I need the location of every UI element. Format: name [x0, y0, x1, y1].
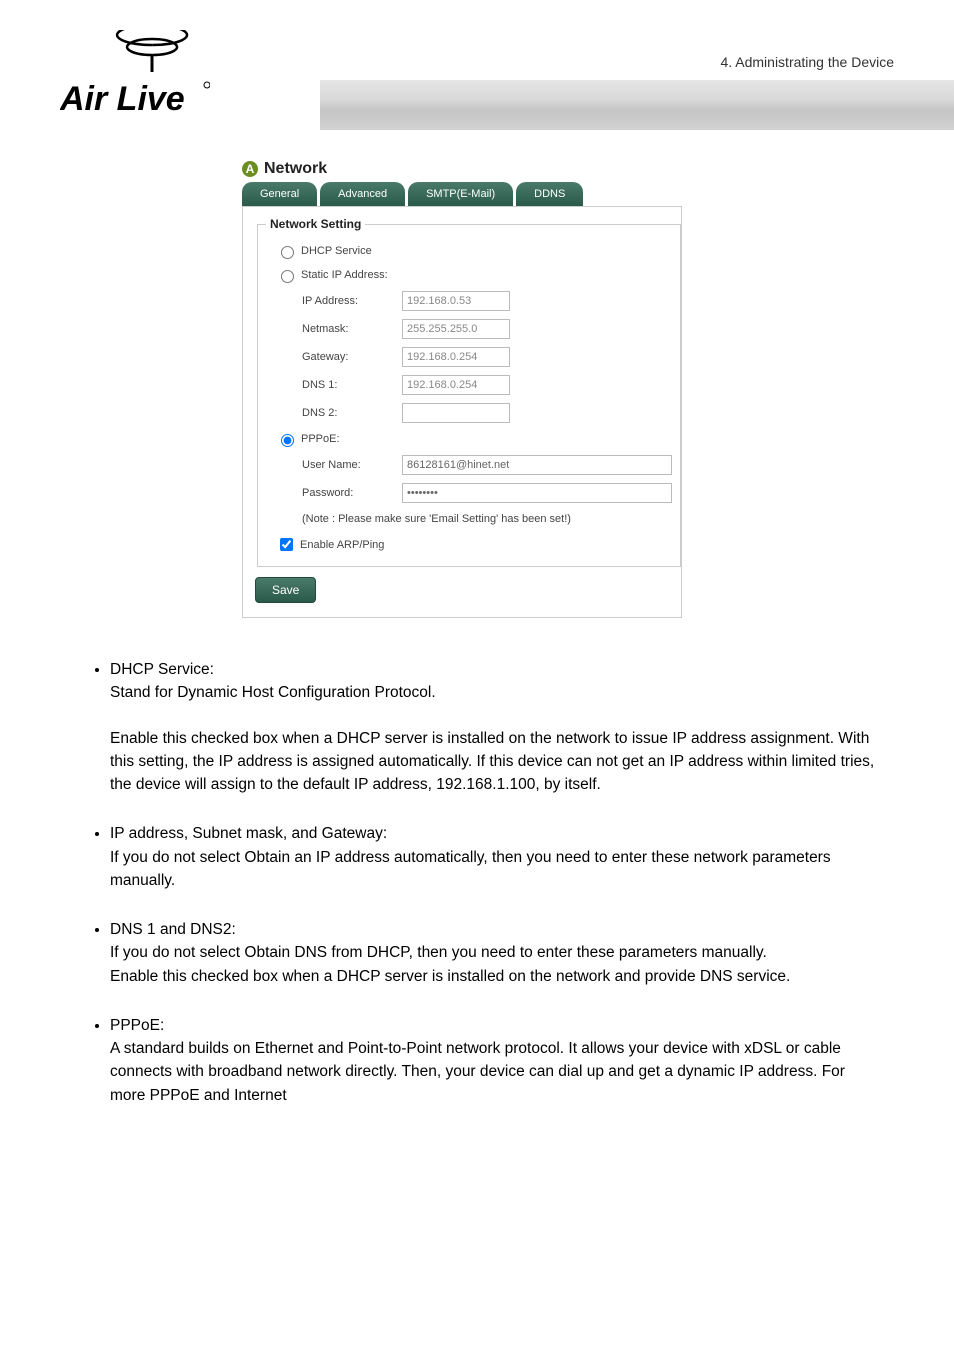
- item1-title: DHCP Service:: [110, 658, 884, 681]
- header-band: [320, 80, 954, 130]
- dns1-label: DNS 1:: [302, 379, 402, 391]
- pppoe-user-input[interactable]: [402, 455, 672, 475]
- chapter-label: 4. Administrating the Device: [720, 54, 894, 70]
- item3-line2: Enable this checked box when a DHCP serv…: [110, 965, 884, 988]
- item4-title: PPPoE:: [110, 1014, 884, 1037]
- tab-general[interactable]: General: [242, 182, 317, 206]
- svg-text:Air Live: Air Live: [60, 80, 185, 118]
- document-body: DHCP Service: Stand for Dynamic Host Con…: [90, 658, 884, 1107]
- gateway-input[interactable]: [402, 347, 510, 367]
- radio-static[interactable]: [281, 270, 294, 283]
- ip-input[interactable]: [402, 291, 510, 311]
- item2-title: IP address, Subnet mask, and Gateway:: [110, 822, 884, 845]
- item4-para: A standard builds on Ethernet and Point-…: [110, 1037, 884, 1107]
- ip-label: IP Address:: [302, 295, 402, 307]
- radio-pppoe[interactable]: [281, 434, 294, 447]
- item1-line1: Stand for Dynamic Host Configuration Pro…: [110, 681, 884, 704]
- save-button[interactable]: Save: [255, 577, 316, 603]
- radio-static-label: Static IP Address:: [301, 269, 388, 281]
- item1-para: Enable this checked box when a DHCP serv…: [110, 727, 884, 797]
- brand-logo: Air Live: [60, 30, 210, 135]
- panel-title-text: Network: [264, 160, 327, 178]
- item2-para: If you do not select Obtain an IP addres…: [110, 846, 884, 893]
- radio-dhcp[interactable]: [281, 246, 294, 259]
- gateway-label: Gateway:: [302, 351, 402, 363]
- tab-advanced[interactable]: Advanced: [320, 182, 405, 206]
- dns2-input[interactable]: [402, 403, 510, 423]
- radio-pppoe-label: PPPoE:: [301, 433, 340, 445]
- pppoe-pass-label: Password:: [302, 487, 402, 499]
- panel-title: A Network: [242, 160, 682, 178]
- tab-ddns[interactable]: DDNS: [516, 182, 583, 206]
- panel-icon: A: [242, 161, 258, 177]
- fieldset-legend: Network Setting: [266, 217, 365, 231]
- note-text: (Note : Please make sure 'Email Setting'…: [266, 507, 672, 531]
- checkbox-arp-label: Enable ARP/Ping: [300, 539, 384, 551]
- tabs-bar: General Advanced SMTP(E-Mail) DDNS: [242, 182, 682, 206]
- pppoe-user-label: User Name:: [302, 459, 402, 471]
- radio-dhcp-label: DHCP Service: [301, 245, 372, 257]
- pppoe-pass-input[interactable]: [402, 483, 672, 503]
- item3-line1: If you do not select Obtain DNS from DHC…: [110, 941, 884, 964]
- dns2-label: DNS 2:: [302, 407, 402, 419]
- netmask-label: Netmask:: [302, 323, 402, 335]
- netmask-input[interactable]: [402, 319, 510, 339]
- tab-smtp[interactable]: SMTP(E-Mail): [408, 182, 513, 206]
- item3-title: DNS 1 and DNS2:: [110, 918, 884, 941]
- checkbox-arp[interactable]: [280, 538, 293, 551]
- dns1-input[interactable]: [402, 375, 510, 395]
